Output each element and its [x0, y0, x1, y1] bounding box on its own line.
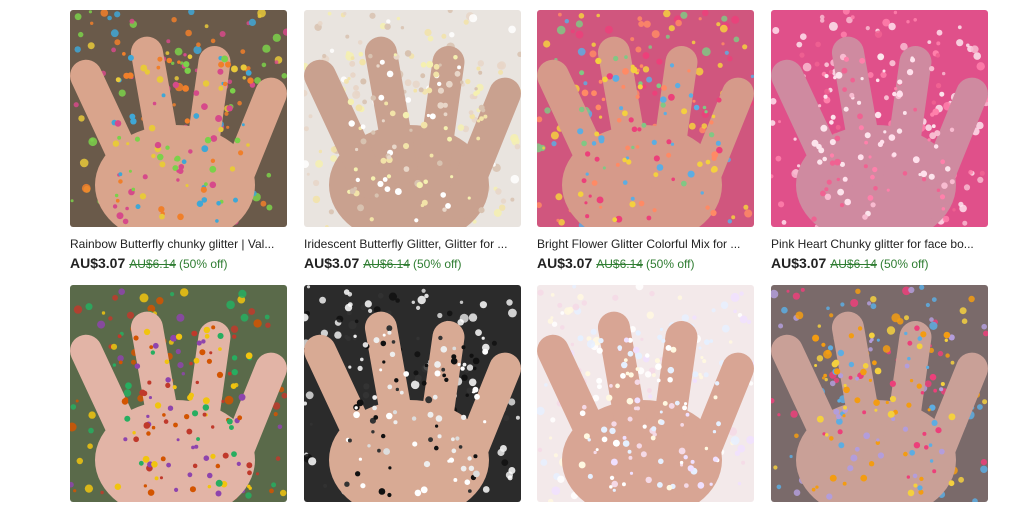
listing-image[interactable]	[771, 285, 988, 502]
glitter-photo-icon	[70, 285, 287, 502]
glitter-photo-icon	[537, 10, 754, 227]
listing-card[interactable]: Rainbow Butterfly chunky glitter | Val..…	[70, 10, 287, 272]
listing-card[interactable]: Bright Flower Glitter Colorful Mix for .…	[537, 10, 754, 272]
glitter-photo-icon	[771, 10, 988, 227]
glitter-photo-icon	[304, 285, 521, 502]
listing-title[interactable]: Pink Heart Chunky glitter for face bo...	[771, 237, 981, 251]
sale-price: AU$3.07	[70, 255, 126, 271]
listing-card[interactable]	[70, 285, 287, 502]
glitter-photo-icon	[771, 285, 988, 502]
listing-card[interactable]	[304, 285, 521, 502]
discount-badge: (50% off)	[879, 257, 929, 271]
original-price: AU$6.14	[830, 257, 877, 271]
discount-badge: (50% off)	[178, 257, 228, 271]
listing-card[interactable]	[771, 285, 988, 502]
price-line: AU$3.07 AU$6.14 (50% off)	[70, 255, 287, 272]
original-price: AU$6.14	[129, 257, 176, 271]
listing-grid: Rainbow Butterfly chunky glitter | Val..…	[70, 10, 988, 510]
listing-card[interactable]: Iridescent Butterfly Glitter, Glitter fo…	[304, 10, 521, 272]
price-line: AU$3.07 AU$6.14 (50% off)	[771, 255, 988, 272]
listing-image[interactable]	[771, 10, 988, 227]
listing-image[interactable]	[304, 285, 521, 502]
listing-image[interactable]	[537, 10, 754, 227]
listing-card[interactable]	[537, 285, 754, 502]
original-price: AU$6.14	[596, 257, 643, 271]
listing-image[interactable]	[70, 10, 287, 227]
price-line: AU$3.07 AU$6.14 (50% off)	[537, 255, 754, 272]
listing-image[interactable]	[304, 10, 521, 227]
listing-title[interactable]: Rainbow Butterfly chunky glitter | Val..…	[70, 237, 280, 251]
price-line: AU$3.07 AU$6.14 (50% off)	[304, 255, 521, 272]
glitter-photo-icon	[70, 10, 287, 227]
listing-card[interactable]: Pink Heart Chunky glitter for face bo...…	[771, 10, 988, 272]
discount-badge: (50% off)	[645, 257, 695, 271]
glitter-photo-icon	[537, 285, 754, 502]
listing-image[interactable]	[537, 285, 754, 502]
original-price: AU$6.14	[363, 257, 410, 271]
listing-title[interactable]: Bright Flower Glitter Colorful Mix for .…	[537, 237, 747, 251]
sale-price: AU$3.07	[537, 255, 593, 271]
listing-title[interactable]: Iridescent Butterfly Glitter, Glitter fo…	[304, 237, 514, 251]
listing-image[interactable]	[70, 285, 287, 502]
sale-price: AU$3.07	[304, 255, 360, 271]
discount-badge: (50% off)	[412, 257, 462, 271]
glitter-photo-icon	[304, 10, 521, 227]
sale-price: AU$3.07	[771, 255, 827, 271]
